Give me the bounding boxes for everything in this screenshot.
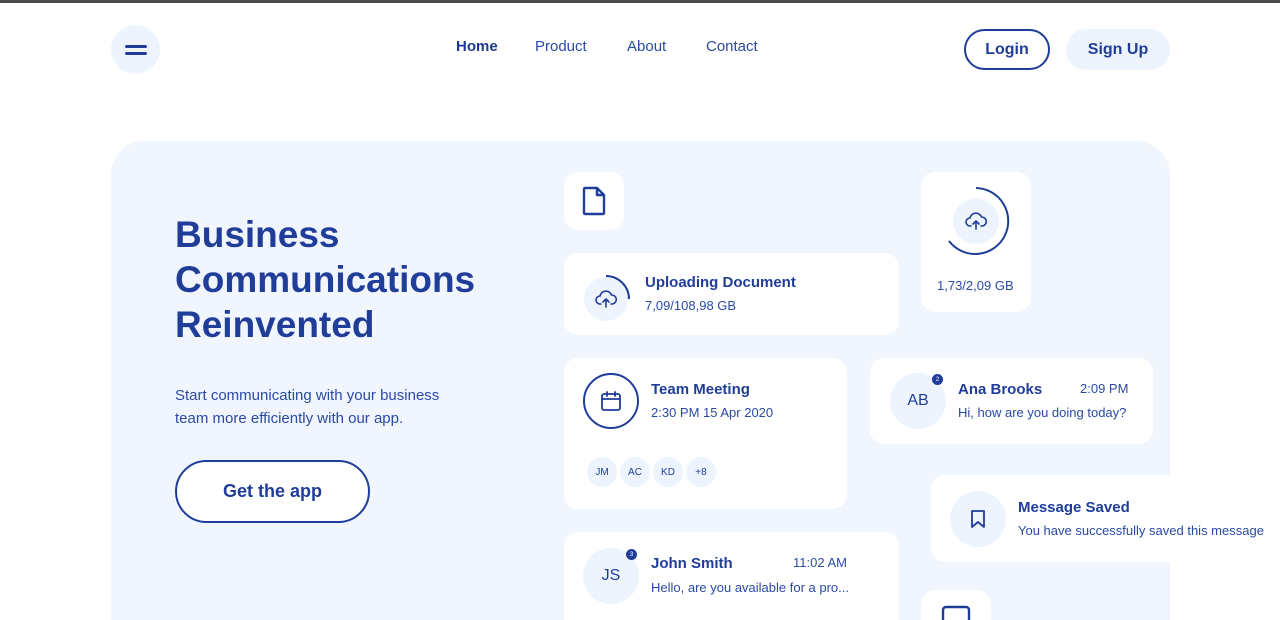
nav-about[interactable]: About: [627, 38, 666, 55]
saved-title: Message Saved: [1018, 499, 1130, 516]
get-the-app-button[interactable]: Get the app: [175, 460, 370, 523]
attendee-avatar[interactable]: KD: [651, 455, 685, 489]
nav-product[interactable]: Product: [535, 38, 587, 55]
storage-size: 1,73/2,09 GB: [937, 278, 1014, 293]
file-icon: [582, 186, 606, 216]
hero-description-line: team more efficiently with our app.: [175, 410, 404, 427]
hero-description-line: Start communicating with your business: [175, 387, 440, 404]
chat-time: 11:02 AM: [793, 555, 847, 570]
meeting-icon-circle: [583, 373, 639, 429]
meeting-time: 2:30 PM 15 Apr 2020: [651, 405, 774, 420]
upload-size: 7,09/108,98 GB: [645, 298, 737, 313]
bookmark-icon: [971, 510, 985, 528]
file-card[interactable]: [564, 172, 624, 230]
upload-title: Uploading Document: [645, 274, 796, 291]
nav-contact[interactable]: Contact: [706, 38, 758, 55]
attendee-avatar[interactable]: JM: [585, 455, 619, 489]
message-card-partial[interactable]: [921, 590, 991, 620]
hero-title-line: Business: [175, 214, 340, 255]
bookmark-circle: [950, 491, 1006, 547]
chat-name: John Smith: [651, 555, 733, 572]
chat-message: Hello, are you available for a pro...: [651, 580, 849, 595]
nav-home[interactable]: Home: [456, 38, 498, 55]
unread-badge: 2: [932, 374, 943, 385]
calendar-icon: [601, 391, 621, 411]
top-border: [0, 0, 1280, 3]
hero-title-line: Communications: [175, 259, 476, 300]
unread-badge: 3: [626, 549, 637, 560]
saved-message: You have successfully saved this message: [1018, 523, 1264, 538]
signup-button[interactable]: Sign Up: [1066, 29, 1170, 70]
chat-message: Hi, how are you doing today?: [958, 405, 1127, 420]
avatar-initials: JS: [601, 567, 621, 584]
meeting-title: Team Meeting: [651, 381, 750, 398]
chat-time: 2:09 PM: [1080, 381, 1129, 396]
login-button[interactable]: Login: [964, 29, 1050, 70]
attendee-more[interactable]: +8: [684, 455, 718, 489]
progress-ring: [605, 275, 630, 300]
hero-description: Start communicating with your business t…: [175, 384, 475, 430]
hero-title-line: Reinvented: [175, 304, 375, 345]
progress-ring: [948, 187, 1010, 255]
attendee-avatar[interactable]: AC: [618, 455, 652, 489]
message-icon: [941, 605, 971, 620]
storage-progress: [948, 187, 1010, 255]
hero-title: Business Communications Reinvented: [175, 212, 505, 347]
chat-name: Ana Brooks: [958, 381, 1043, 398]
upload-progress: [584, 275, 630, 321]
avatar-initials: AB: [907, 392, 929, 409]
